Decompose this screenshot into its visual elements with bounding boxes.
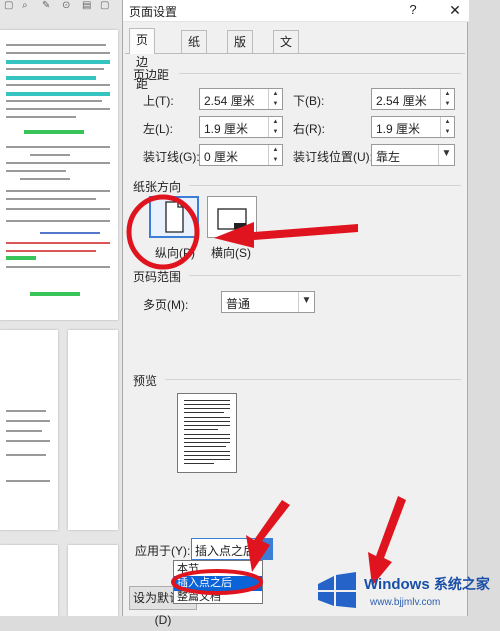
landscape-page-icon [217, 208, 247, 230]
toolbar-icon[interactable]: ⊙ [62, 0, 76, 11]
watermark-url: www.bjjmlv.com [370, 597, 441, 608]
spin-arrows-icon[interactable]: ▲ ▼ [440, 89, 454, 109]
tab-layout[interactable]: 版式 [227, 30, 254, 71]
bottom-margin-field[interactable]: 2.54 厘米 ▲ ▼ [371, 88, 455, 110]
apply-to-value: 插入点之后 [195, 544, 256, 558]
tab-document-grid[interactable]: 文档网格 [273, 30, 300, 115]
spin-arrows-icon[interactable]: ▲ ▼ [268, 89, 282, 109]
right-margin-field[interactable]: 1.9 厘米 ▲ ▼ [371, 116, 455, 138]
right-margin-label: 右(R): [293, 122, 325, 136]
divider [189, 185, 461, 186]
apply-to-dropdown-list: 本节 插入点之后 整篇文档 [173, 560, 263, 604]
left-margin-value: 1.9 厘米 [204, 122, 249, 136]
chevron-down-icon[interactable]: ▼ [438, 145, 454, 165]
watermark: Windows 系统之家 www.bjjmlv.com [310, 566, 500, 616]
toolbar-icon[interactable]: ▢ [100, 0, 114, 11]
document-page [0, 30, 118, 320]
toolbar-icon[interactable]: ⌕ [22, 0, 36, 11]
portrait-label[interactable]: 纵向(P) [155, 244, 195, 261]
top-margin-value: 2.54 厘米 [204, 94, 255, 108]
preview-page [177, 393, 237, 473]
help-button[interactable]: ? [401, 0, 425, 20]
portrait-option[interactable] [149, 196, 199, 238]
left-margin-field[interactable]: 1.9 厘米 ▲ ▼ [199, 116, 283, 138]
chevron-down-icon[interactable]: ▼ [298, 292, 314, 312]
toolbar-icon[interactable]: ✎ [42, 0, 56, 11]
watermark-brand-cn: 系统之家 [433, 576, 490, 592]
document-page [0, 330, 58, 530]
gutter-label: 装订线(G): [143, 150, 200, 164]
spin-arrows-icon[interactable]: ▲ ▼ [268, 117, 282, 137]
bottom-margin-value: 2.54 厘米 [376, 94, 427, 108]
bottom-margin-label: 下(B): [293, 94, 325, 108]
document-page [0, 545, 58, 616]
orientation-group-title: 纸张方向 [133, 180, 182, 194]
gutter-position-label: 装订线位置(U): [293, 150, 373, 164]
portrait-page-icon [165, 201, 184, 233]
right-margin-value: 1.9 厘米 [376, 122, 421, 136]
multiple-pages-value: 普通 [226, 297, 251, 311]
title-bar[interactable]: 页面设置 ? ✕ [123, 0, 469, 22]
landscape-label[interactable]: 横向(S) [211, 244, 251, 261]
multiple-pages-select[interactable]: 普通 ▼ [221, 291, 315, 313]
multiple-pages-label: 多页(M): [143, 298, 189, 312]
dialog-title: 页面设置 [129, 5, 178, 19]
spin-arrows-icon[interactable]: ▲ ▼ [440, 117, 454, 137]
apply-to-label: 应用于(Y): [135, 544, 191, 558]
tab-paper[interactable]: 纸张 [181, 30, 208, 71]
landscape-option[interactable] [207, 196, 257, 238]
chevron-down-icon[interactable]: ▼ [258, 539, 272, 559]
gutter-field[interactable]: 0 厘米 ▲ ▼ [199, 144, 283, 166]
windows-logo-icon [318, 572, 356, 608]
spin-arrows-icon[interactable]: ▲ ▼ [268, 145, 282, 165]
apply-option-after-insertion-point[interactable]: 插入点之后 [174, 576, 262, 591]
left-margin-label: 左(L): [143, 122, 174, 136]
preview-group-title: 预览 [133, 374, 158, 388]
document-page [68, 330, 118, 530]
pages-group-title: 页码范围 [133, 270, 182, 284]
document-page [68, 545, 118, 616]
document-background: ▢ ⌕ ✎ ⊙ ▤ ▢ [0, 0, 122, 616]
divider [165, 379, 461, 380]
tab-content: 页边距 上(T): 2.54 厘米 ▲ ▼ 下(B): 2.54 厘米 ▲ ▼ 左(… [125, 53, 465, 627]
gutter-position-select[interactable]: 靠左 ▼ [371, 144, 455, 166]
top-margin-field[interactable]: 2.54 厘米 ▲ ▼ [199, 88, 283, 110]
toolbar-icon[interactable]: ▢ [4, 0, 18, 11]
divider [189, 275, 461, 276]
gutter-position-value: 靠左 [376, 150, 401, 164]
apply-option-whole-document[interactable]: 整篇文档 [174, 590, 254, 605]
apply-option-this-section[interactable]: 本节 [174, 562, 254, 577]
divider [179, 73, 461, 74]
watermark-title: Windows 系统之家 [364, 574, 490, 594]
toolbar-icon[interactable]: ▤ [82, 0, 96, 11]
close-button[interactable]: ✕ [443, 0, 467, 20]
gutter-value: 0 厘米 [204, 150, 239, 164]
watermark-brand: Windows [364, 576, 430, 593]
apply-to-combo[interactable]: 插入点之后 ▼ [191, 538, 273, 560]
page-setup-dialog: 页面设置 ? ✕ 页边距 纸张 版式 文档网格 页边距 上(T): 2.54 厘… [122, 0, 469, 627]
tab-margins[interactable]: 页边距 [129, 28, 156, 91]
